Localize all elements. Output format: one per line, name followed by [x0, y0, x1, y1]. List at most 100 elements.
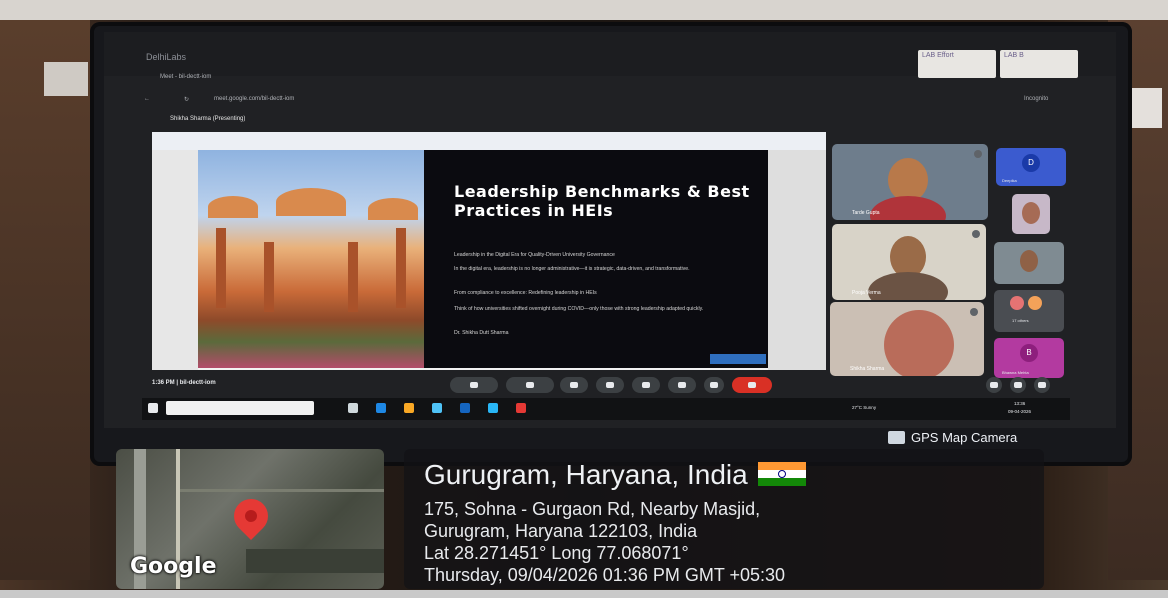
others-avatar — [1028, 296, 1042, 310]
slide-paragraph: Think of how universities shifted overni… — [454, 306, 704, 312]
captions-button[interactable] — [560, 377, 588, 393]
participant-avatar: D — [1022, 154, 1040, 172]
slide-paragraph: From compliance to excellence: Redefinin… — [454, 290, 597, 296]
others-tile[interactable]: 17 others — [994, 290, 1064, 332]
address-line-1: 175, Sohna - Gurgaon Rd, Nearby Masjid, — [424, 499, 761, 519]
mic-icon — [470, 382, 478, 388]
others-count: 17 others — [1012, 318, 1029, 323]
profile-label[interactable]: Incognito — [1024, 96, 1048, 102]
more-icon — [710, 382, 718, 388]
sticky-note-text: LAB B — [1004, 52, 1024, 59]
meeting-time-code: 1:36 PM | bil-dectt-iom — [152, 380, 216, 386]
campus-photo — [198, 150, 424, 368]
back-icon[interactable]: ← — [144, 96, 150, 102]
camera-icon — [526, 382, 534, 388]
gps-app-name: GPS Map Camera — [911, 430, 1018, 445]
people-icon — [1014, 382, 1022, 388]
dome-shape — [208, 196, 258, 218]
app-icon[interactable] — [488, 403, 498, 413]
chat-icon — [1038, 382, 1046, 388]
emoji-icon — [606, 382, 614, 388]
others-avatar — [1010, 296, 1024, 310]
address-bar[interactable]: ← ↻ meet.google.com/bil-dectt-iom Incogn… — [144, 94, 1074, 110]
raise-hand-button[interactable] — [668, 377, 696, 393]
gps-app-label: GPS Map Camera — [888, 430, 1017, 445]
participant-tile[interactable]: Shikha Sharma — [830, 302, 984, 376]
slide-accent-bar — [710, 354, 766, 364]
participant-tile[interactable]: Tarde Gupta — [832, 144, 988, 220]
participant-name: Deepika — [1002, 178, 1017, 183]
dome-shape — [276, 188, 346, 216]
tab-title: Meet - bil-dectt-iom — [160, 74, 212, 80]
chrome-icon[interactable] — [516, 403, 526, 413]
participant-name: Shikha Sharma — [850, 366, 885, 372]
camera-button[interactable] — [506, 377, 554, 393]
sticky-note: LAB Effort — [918, 50, 996, 78]
info-icon — [990, 382, 998, 388]
taskbar-search[interactable] — [166, 401, 314, 415]
map-road — [180, 489, 384, 492]
mail-icon[interactable] — [460, 403, 470, 413]
emoji-button[interactable] — [596, 377, 624, 393]
store-icon[interactable] — [432, 403, 442, 413]
address-line-2: Gurugram, Haryana 122103, India — [424, 521, 698, 541]
shared-screen[interactable]: Leadership Benchmarks & Best Practices i… — [152, 132, 826, 370]
windows-start-icon[interactable] — [148, 403, 158, 413]
ppt-ribbon — [152, 132, 826, 151]
mic-icon — [972, 230, 980, 238]
file-explorer-icon[interactable] — [404, 403, 414, 413]
url-text[interactable]: meet.google.com/bil-dectt-iom — [214, 96, 294, 102]
participant-face — [1020, 250, 1038, 272]
present-button[interactable] — [632, 377, 660, 393]
participant-name: Pooja Verma — [852, 290, 881, 296]
browser-tab[interactable]: Meet - bil-dectt-iom — [160, 74, 211, 80]
side-participant-tile[interactable]: B Bhawna Mehta — [994, 338, 1064, 378]
windows-taskbar: 27°C Sunny 13:36 09-04-2026 — [142, 398, 1070, 420]
participant-tile[interactable]: Pooja Verma — [832, 224, 986, 300]
present-icon — [642, 382, 650, 388]
location-city: Gurugram, Haryana, India — [424, 459, 748, 490]
presentation-slide: Leadership Benchmarks & Best Practices i… — [198, 150, 768, 368]
edge-icon[interactable] — [376, 403, 386, 413]
slide-paragraph: In the digital era, leadership is no lon… — [454, 266, 690, 272]
pillar-shape — [396, 228, 406, 308]
phone-icon — [748, 382, 756, 388]
location-title: Gurugram, Haryana, India — [424, 459, 806, 491]
more-options-button[interactable] — [704, 377, 724, 393]
camera-icon — [888, 431, 905, 444]
participant-name: Tarde Gupta — [852, 210, 880, 216]
side-participant-tile[interactable]: D Deepika — [996, 148, 1066, 186]
side-participant-tile[interactable] — [1012, 194, 1050, 234]
info-button[interactable] — [986, 377, 1002, 393]
map-block — [246, 549, 384, 573]
chat-button[interactable] — [1034, 377, 1050, 393]
people-button[interactable] — [1010, 377, 1026, 393]
pillar-shape — [264, 242, 274, 312]
dome-shape — [368, 198, 418, 220]
slide-thumbnails — [152, 150, 198, 370]
task-view-icon[interactable] — [348, 403, 358, 413]
map-thumbnail: Google — [116, 449, 384, 589]
side-participant-tile[interactable] — [994, 242, 1064, 284]
participant-face — [1022, 202, 1040, 224]
wall-sticker — [44, 62, 88, 96]
presenter-label: Shikha Sharma (Presenting) — [170, 116, 246, 122]
sticky-note: LAB B — [1000, 50, 1078, 78]
ppt-side-panel — [768, 150, 826, 370]
participant-body — [870, 196, 946, 220]
india-flag-icon — [757, 462, 806, 486]
mic-button[interactable] — [450, 377, 498, 393]
reload-icon[interactable]: ↻ — [184, 96, 189, 103]
clock-date[interactable]: 09-04-2026 — [1008, 409, 1031, 414]
participant-face — [884, 310, 954, 376]
end-call-button[interactable] — [732, 377, 772, 393]
mic-icon — [974, 150, 982, 158]
pillar-shape — [216, 228, 226, 308]
clock-time[interactable]: 13:36 — [1014, 401, 1025, 406]
weather-widget[interactable]: 27°C Sunny — [852, 405, 876, 410]
pillar-shape — [348, 242, 358, 312]
hand-icon — [678, 382, 686, 388]
slide-title: Leadership Benchmarks & Best Practices i… — [454, 182, 750, 220]
window-title: DelhiLabs — [146, 52, 187, 62]
bottom-edge — [0, 590, 1168, 598]
